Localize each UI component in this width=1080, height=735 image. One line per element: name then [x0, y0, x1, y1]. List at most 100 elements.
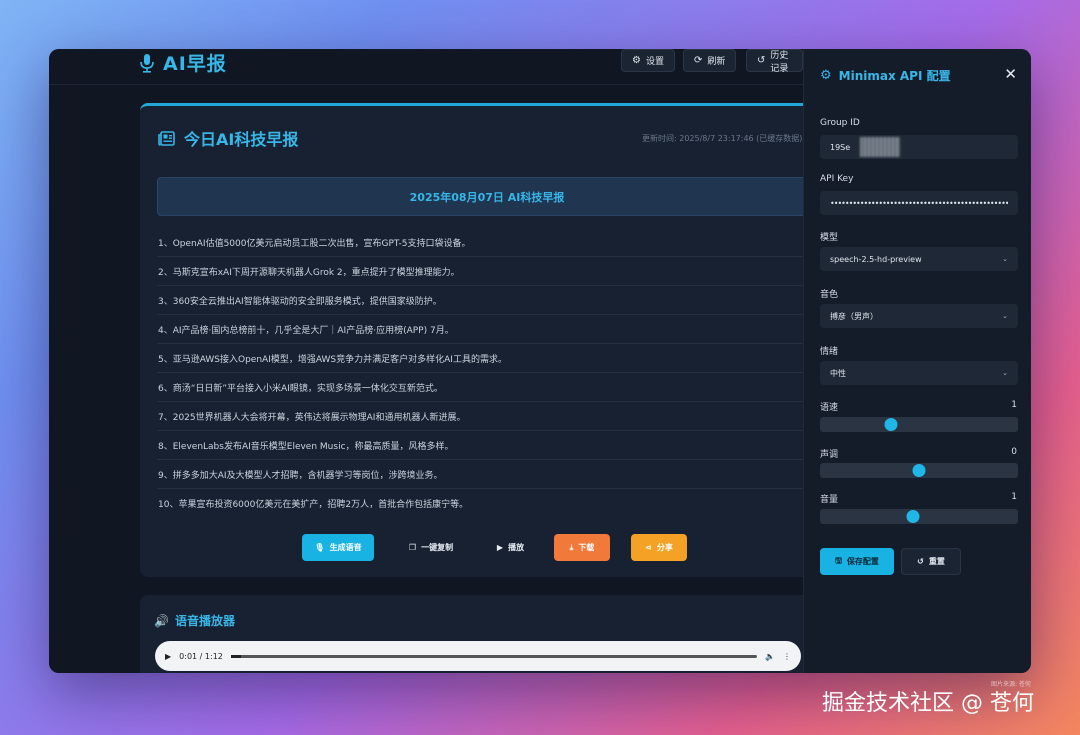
main-app: AI早报 ⚙ 设置 ⟳ 刷新 ↺ 历史记录 今日AI科技早报 更新时间: 202… — [49, 49, 803, 673]
gear-icon: ⚙ — [632, 55, 641, 66]
config-panel: ⚙ Minimax API 配置 ✕ Group ID 19Se API Key… — [803, 49, 1031, 673]
pitch-value: 0 — [1011, 447, 1017, 457]
audio-progress-bar[interactable] — [230, 654, 758, 658]
pitch-slider[interactable] — [820, 463, 1018, 478]
settings-button[interactable]: ⚙ 设置 — [621, 49, 675, 72]
share-button[interactable]: ⋖ 分享 — [631, 534, 687, 561]
generate-voice-button[interactable]: 🎙 生成语音 — [302, 534, 374, 561]
microphone-icon: 🎙 — [314, 543, 325, 552]
copy-icon: ❐ — [408, 543, 417, 552]
group-id-label: Group ID — [820, 118, 860, 128]
volume-slider-handle[interactable] — [906, 510, 920, 523]
model-label: 模型 — [820, 233, 839, 243]
save-config-label: 保存配置 — [846, 557, 879, 566]
save-config-button[interactable]: 🖫 保存配置 — [820, 548, 894, 575]
list-item: 5、亚马逊AWS接入OpenAI模型，增强AWS竞争力并满足客户对多样化AI工具… — [157, 344, 803, 373]
voice-player-card: 🔊 语音播放器 ▶ 0:01 / 1:12 🔈 ⋮ — [140, 595, 803, 673]
model-select[interactable]: speech-2.5-hd-preview ⌄ — [820, 247, 1018, 271]
newspaper-icon — [158, 130, 175, 146]
speed-label: 语速 — [820, 403, 839, 413]
history-icon: ↺ — [757, 55, 766, 66]
report-actions: 🎙 生成语音 ❐ 一键复制 ▶ 播放 ⤓ 下载 ⋖ 分享 — [302, 534, 687, 561]
save-icon: 🖫 — [835, 555, 842, 565]
play-button[interactable]: ▶ 播放 — [488, 534, 533, 561]
share-icon: ⋖ — [645, 543, 652, 552]
speed-value: 1 — [1011, 400, 1017, 410]
brand: AI早报 — [139, 49, 227, 76]
header: AI早报 ⚙ 设置 ⟳ 刷新 ↺ 历史记录 — [49, 49, 803, 85]
play-icon: ▶ — [496, 543, 504, 552]
audio-player[interactable]: ▶ 0:01 / 1:12 🔈 ⋮ — [155, 641, 801, 671]
app-title: AI早报 — [163, 53, 227, 75]
voice-value: 搏彦（男声） — [830, 311, 878, 321]
emotion-select[interactable]: 中性 ⌄ — [820, 361, 1018, 385]
audio-time: 0:01 / 1:12 — [179, 651, 223, 661]
group-id-value: 19Se — [830, 142, 851, 152]
api-key-field[interactable]: ••••••••••••••••••••••••••••••••••••••••… — [820, 191, 1018, 215]
player-title: 🔊 语音播放器 — [154, 612, 235, 629]
report-banner: 2025年08月07日 AI科技早报 — [157, 177, 803, 216]
emotion-label: 情绪 — [820, 347, 839, 357]
list-item: 4、AI产品榜·国内总榜前十，几乎全是大厂｜AI产品榜·应用榜(APP) 7月。 — [157, 315, 803, 344]
play-icon[interactable]: ▶ — [165, 652, 171, 661]
report-card: 今日AI科技早报 更新时间: 2025/8/7 23:17:46 (已缓存数据)… — [140, 103, 803, 577]
gear-icon: ⚙ — [820, 68, 832, 83]
app-window: AI早报 ⚙ 设置 ⟳ 刷新 ↺ 历史记录 今日AI科技早报 更新时间: 202… — [49, 49, 1031, 673]
refresh-button-label: 刷新 — [707, 57, 726, 67]
list-item: 6、商汤“日日新”平台接入小米AI眼镜，实现多场景一体化交互新范式。 — [157, 373, 803, 402]
update-time: 更新时间: 2025/8/7 23:17:46 (已缓存数据) — [642, 134, 803, 143]
volume-value: 1 — [1011, 492, 1017, 502]
speed-slider-handle[interactable] — [884, 418, 898, 431]
chevron-down-icon: ⌄ — [1002, 369, 1008, 377]
voice-select[interactable]: 搏彦（男声） ⌄ — [820, 304, 1018, 328]
download-icon: ⤓ — [569, 542, 574, 552]
refresh-icon: ⟳ — [694, 55, 703, 66]
report-title: 今日AI科技早报 — [158, 126, 298, 150]
api-key-value: ••••••••••••••••••••••••••••••••••••••••… — [830, 198, 1008, 208]
copy-all-button[interactable]: ❐ 一键复制 — [395, 534, 467, 561]
report-title-text: 今日AI科技早报 — [184, 130, 299, 149]
config-panel-header: ⚙ Minimax API 配置 — [820, 67, 951, 84]
group-id-field[interactable]: 19Se — [820, 135, 1018, 159]
download-label: 下载 — [578, 543, 595, 552]
list-item: 7、2025世界机器人大会将开幕，英伟达将展示物理AI和通用机器人新进展。 — [157, 402, 803, 431]
volume-icon[interactable]: 🔈 — [765, 652, 775, 661]
list-item: 1、OpenAI估值5000亿美元启动员工股二次出售，宣布GPT-5支持口袋设备… — [157, 228, 803, 257]
volume-slider[interactable] — [820, 509, 1018, 524]
model-value: speech-2.5-hd-preview — [830, 254, 922, 264]
history-button[interactable]: ↺ 历史记录 — [746, 49, 803, 74]
list-item: 3、360安全云推出AI智能体驱动的安全即服务模式，提供国家级防护。 — [157, 286, 803, 315]
volume-label: 音量 — [820, 495, 839, 505]
chevron-down-icon: ⌄ — [1002, 255, 1008, 263]
chevron-down-icon: ⌄ — [1002, 312, 1008, 320]
close-icon[interactable]: ✕ — [1004, 65, 1017, 83]
microphone-icon — [140, 53, 154, 73]
list-item: 9、拼多多加大AI及大模型人才招聘，含机器学习等岗位，涉跨境业务。 — [157, 460, 803, 489]
api-key-label: API Key — [820, 174, 854, 184]
list-item: 2、马斯克宣布xAI下周开源聊天机器人Grok 2，重点提升了模型推理能力。 — [157, 257, 803, 286]
player-title-text: 语音播放器 — [174, 614, 235, 628]
share-label: 分享 — [656, 543, 673, 552]
redacted-blur — [860, 137, 901, 157]
play-label: 播放 — [508, 543, 525, 552]
watermark: 掘金技术社区 @ 苍何 — [822, 691, 1034, 716]
pitch-label: 声调 — [820, 450, 839, 460]
refresh-button[interactable]: ⟳ 刷新 — [683, 49, 737, 72]
settings-button-label: 设置 — [645, 57, 664, 67]
more-options-icon[interactable]: ⋮ — [783, 652, 791, 661]
reset-button[interactable]: ↺ 重置 — [901, 548, 961, 575]
config-title: Minimax API 配置 — [838, 69, 951, 83]
list-item: 8、ElevenLabs发布AI音乐模型Eleven Music，称最高质量，风… — [157, 431, 803, 460]
copy-all-label: 一键复制 — [421, 543, 454, 552]
history-button-label: 历史记录 — [770, 50, 789, 74]
reset-icon: ↺ — [917, 557, 924, 566]
news-list: 1、OpenAI估值5000亿美元启动员工股二次出售，宣布GPT-5支持口袋设备… — [157, 228, 803, 518]
generate-voice-label: 生成语音 — [329, 543, 362, 552]
pitch-slider-handle[interactable] — [912, 464, 926, 477]
download-button[interactable]: ⤓ 下载 — [554, 534, 610, 561]
speaker-icon: 🔊 — [154, 613, 169, 628]
speed-slider[interactable] — [820, 417, 1018, 432]
emotion-value: 中性 — [830, 368, 846, 378]
reset-label: 重置 — [928, 557, 945, 566]
list-item: 10、苹果宣布投资6000亿美元在美扩产，招聘2万人，首批合作包括康宁等。 — [158, 500, 469, 510]
